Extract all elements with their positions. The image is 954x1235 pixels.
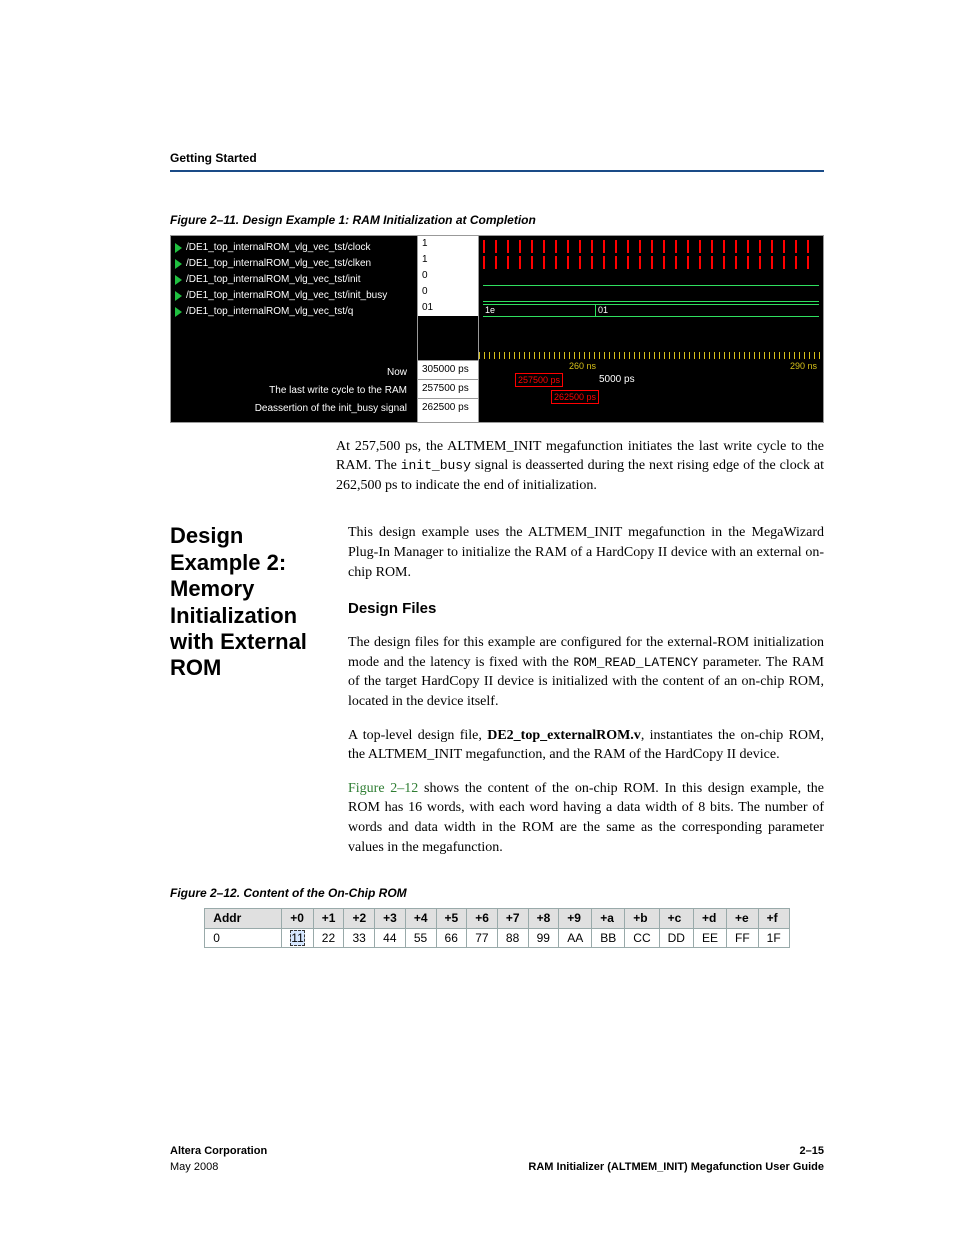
clock-waveform <box>483 240 819 253</box>
table-row: 0 11 22 33 44 55 66 77 88 99 AA BB CC DD… <box>205 928 789 948</box>
table-cell: 55 <box>405 928 436 948</box>
table-cell: 66 <box>436 928 467 948</box>
footer-corp: Altera Corporation <box>170 1144 267 1159</box>
table-header: +c <box>659 908 693 928</box>
signal-arrow-icon <box>175 275 182 285</box>
waveform-pane: 1e 01 260 ns 290 ns 257500 ps 262500 ps … <box>479 236 823 422</box>
cursor-label: The last write cycle to the RAM <box>175 382 413 400</box>
signal-name: /DE1_top_internalROM_vlg_vec_tst/clken <box>186 257 371 271</box>
table-header: +e <box>727 908 759 928</box>
running-header: Getting Started <box>170 150 824 167</box>
table-header: Addr <box>205 908 282 928</box>
cursor-marker: 257500 ps <box>515 373 563 388</box>
table-header: +7 <box>497 908 528 928</box>
table-cell: 77 <box>467 928 498 948</box>
table-header: +8 <box>528 908 559 928</box>
signal-name: /DE1_top_internalROM_vlg_vec_tst/init_bu… <box>186 289 387 303</box>
section-heading: Design Example 2: Memory Initialization … <box>170 523 348 871</box>
table-cell: 44 <box>375 928 406 948</box>
cursor-gap: 5000 ps <box>599 373 635 387</box>
table-header: +a <box>592 908 625 928</box>
signal-name: /DE1_top_internalROM_vlg_vec_tst/clock <box>186 241 371 255</box>
table-header: +4 <box>405 908 436 928</box>
signal-arrow-icon <box>175 291 182 301</box>
table-cell: 0 <box>205 928 282 948</box>
figure-crossref[interactable]: Figure 2–12 <box>348 781 418 796</box>
init-busy-waveform <box>483 288 819 302</box>
cursor-label: Now <box>175 364 413 382</box>
ruler-tick: 290 ns <box>790 360 817 373</box>
cursor-label: Deassertion of the init_busy signal <box>175 400 413 418</box>
bus-value: 01 <box>598 304 608 317</box>
footer-page: 2–15 <box>528 1144 824 1159</box>
table-header: +f <box>758 908 789 928</box>
signal-values-pane: 1 1 0 0 01 305000 ps 257500 ps 262500 ps <box>417 236 479 422</box>
q-bus-waveform: 1e 01 <box>483 304 819 317</box>
code-inline: init_busy <box>401 458 471 473</box>
bus-value: 1e <box>485 304 495 317</box>
waveform-viewer: /DE1_top_internalROM_vlg_vec_tst/clock /… <box>170 235 824 423</box>
table-cell: 11 <box>282 928 313 948</box>
cursor-time: 305000 ps <box>418 360 478 379</box>
table-header-row: Addr +0 +1 +2 +3 +4 +5 +6 +7 +8 +9 +a +b… <box>205 908 789 928</box>
time-ruler <box>479 352 823 359</box>
table-header: +6 <box>467 908 498 928</box>
signal-name: /DE1_top_internalROM_vlg_vec_tst/init <box>186 273 361 287</box>
cursor-time: 257500 ps <box>418 379 478 398</box>
code-inline: ROM_READ_LATENCY <box>573 655 698 670</box>
table-cell: FF <box>727 928 759 948</box>
filename: DE2_top_externalROM.v <box>487 728 641 743</box>
table-cell: AA <box>559 928 592 948</box>
clken-waveform <box>483 256 819 269</box>
table-header: +1 <box>313 908 344 928</box>
signal-names-pane: /DE1_top_internalROM_vlg_vec_tst/clock /… <box>171 236 417 422</box>
body-paragraph: This design example uses the ALTMEM_INIT… <box>348 523 824 582</box>
signal-value: 0 <box>418 284 478 300</box>
table-header: +b <box>625 908 659 928</box>
page-footer: Altera Corporation May 2008 2–15 RAM Ini… <box>170 1144 824 1175</box>
text: A top-level design file, <box>348 728 487 743</box>
table-cell: 99 <box>528 928 559 948</box>
signal-value: 1 <box>418 252 478 268</box>
signal-arrow-icon <box>175 307 182 317</box>
table-cell: 22 <box>313 928 344 948</box>
table-header: +3 <box>375 908 406 928</box>
signal-arrow-icon <box>175 259 182 269</box>
table-cell: CC <box>625 928 659 948</box>
signal-name: /DE1_top_internalROM_vlg_vec_tst/q <box>186 305 353 319</box>
table-cell: 88 <box>497 928 528 948</box>
cursor-time: 262500 ps <box>418 398 478 417</box>
table-cell: 1F <box>758 928 789 948</box>
cursor-marker: 262500 ps <box>551 390 599 405</box>
header-rule <box>170 170 824 172</box>
selected-cell: 11 <box>290 930 304 946</box>
signal-value: 1 <box>418 236 478 252</box>
figure-2-12-caption: Figure 2–12. Content of the On-Chip ROM <box>170 885 824 902</box>
body-paragraph: Figure 2–12 shows the content of the on-… <box>348 779 824 857</box>
signal-value: 0 <box>418 268 478 284</box>
ruler-tick: 260 ns <box>569 360 596 373</box>
body-paragraph: A top-level design file, DE2_top_externa… <box>348 726 824 765</box>
table-header: +2 <box>344 908 375 928</box>
table-cell: 33 <box>344 928 375 948</box>
init-waveform <box>483 272 819 286</box>
figure-2-11-caption: Figure 2–11. Design Example 1: RAM Initi… <box>170 212 824 229</box>
subsection-heading: Design Files <box>348 598 824 619</box>
footer-doc: RAM Initializer (ALTMEM_INIT) Megafuncti… <box>528 1160 824 1175</box>
table-header: +5 <box>436 908 467 928</box>
table-cell: DD <box>659 928 693 948</box>
footer-date: May 2008 <box>170 1160 267 1175</box>
table-cell: EE <box>693 928 726 948</box>
body-paragraph: At 257,500 ps, the ALTMEM_INIT megafunct… <box>336 437 824 496</box>
rom-content-table: Addr +0 +1 +2 +3 +4 +5 +6 +7 +8 +9 +a +b… <box>204 908 789 949</box>
table-header: +9 <box>559 908 592 928</box>
signal-value: 01 <box>418 300 478 316</box>
table-header: +d <box>693 908 726 928</box>
table-cell: BB <box>592 928 625 948</box>
signal-arrow-icon <box>175 243 182 253</box>
body-paragraph: The design files for this example are co… <box>348 633 824 711</box>
table-header: +0 <box>282 908 313 928</box>
text: shows the content of the on-chip ROM. In… <box>348 781 824 855</box>
